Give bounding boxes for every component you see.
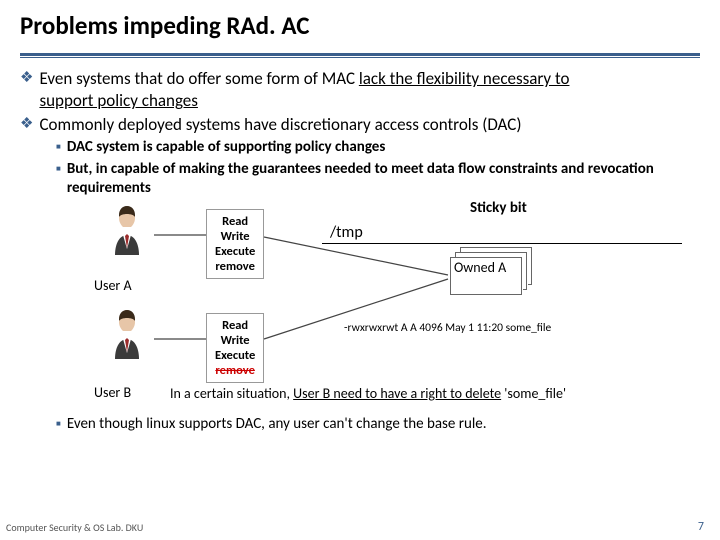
diamond-icon: ❖ <box>20 68 33 112</box>
businessman-icon <box>104 309 150 361</box>
perm-read: Read <box>215 318 255 333</box>
perm-remove-struck: remove <box>215 363 255 378</box>
title-underline <box>20 53 700 58</box>
sticky-bit-label: Sticky bit <box>470 199 527 217</box>
text: lack the flexibility necessary to <box>359 68 570 89</box>
bullet-text: Commonly deployed systems have discretio… <box>39 114 521 136</box>
diagram: User A User B Read Write Execute remove … <box>20 203 700 463</box>
user-b-label: User B <box>94 384 131 401</box>
bullet-l2-linux: ■ Even though linux supports DAC, any us… <box>56 415 487 433</box>
perm-exec: Execute <box>215 348 255 363</box>
connector-line <box>154 337 206 341</box>
bullet-list: ❖ Even systems that do offer some form o… <box>20 68 700 199</box>
text: Even systems that do offer some form of … <box>39 68 358 89</box>
bullet-l1-dac: ❖ Commonly deployed systems have discret… <box>20 114 700 136</box>
text: 'some_file' <box>501 385 566 402</box>
slide-title: Problems impeding RAd. AC <box>20 10 700 45</box>
bullet-l2-dac-capable: ■ DAC system is capable of supporting po… <box>56 138 700 158</box>
square-icon: ■ <box>56 160 61 199</box>
connector-line <box>264 275 454 345</box>
businessman-icon <box>104 205 150 257</box>
bullet-text: DAC system is capable of supporting poli… <box>67 138 385 158</box>
perm-box-a: Read Write Execute remove <box>206 209 264 279</box>
square-icon: ■ <box>56 138 61 158</box>
text: User B need to have a right to delete <box>293 385 501 402</box>
perm-write: Write <box>215 229 255 244</box>
diamond-icon: ❖ <box>20 114 33 136</box>
user-a-label: User A <box>94 277 132 294</box>
user-b-figure <box>98 309 156 366</box>
text: In a certain situation, <box>170 385 293 402</box>
square-icon: ■ <box>56 415 61 433</box>
text: support policy changes <box>39 90 197 111</box>
perm-read: Read <box>215 214 255 229</box>
bullet-text: But, in capable of making the guarantees… <box>67 160 700 199</box>
footer-left: Computer Security & OS Lab. DKU <box>6 521 143 534</box>
owned-a-label: Owned A <box>450 257 522 295</box>
perm-write: Write <box>215 333 255 348</box>
perm-exec: Execute <box>215 244 255 259</box>
bullet-l1-mac-flex: ❖ Even systems that do offer some form o… <box>20 68 700 112</box>
bullet-text: Even systems that do offer some form of … <box>39 68 569 112</box>
user-a-figure <box>98 205 156 262</box>
perm-box-b: Read Write Execute remove <box>206 313 264 383</box>
bullet-l2-guarantees: ■ But, in capable of making the guarante… <box>56 160 700 199</box>
situation-text: In a certain situation, User B need to h… <box>170 385 566 402</box>
bullet-text: Even though linux supports DAC, any user… <box>67 415 487 433</box>
page-number: 7 <box>698 520 704 534</box>
perm-remove: remove <box>215 259 255 274</box>
connector-line <box>154 233 206 237</box>
